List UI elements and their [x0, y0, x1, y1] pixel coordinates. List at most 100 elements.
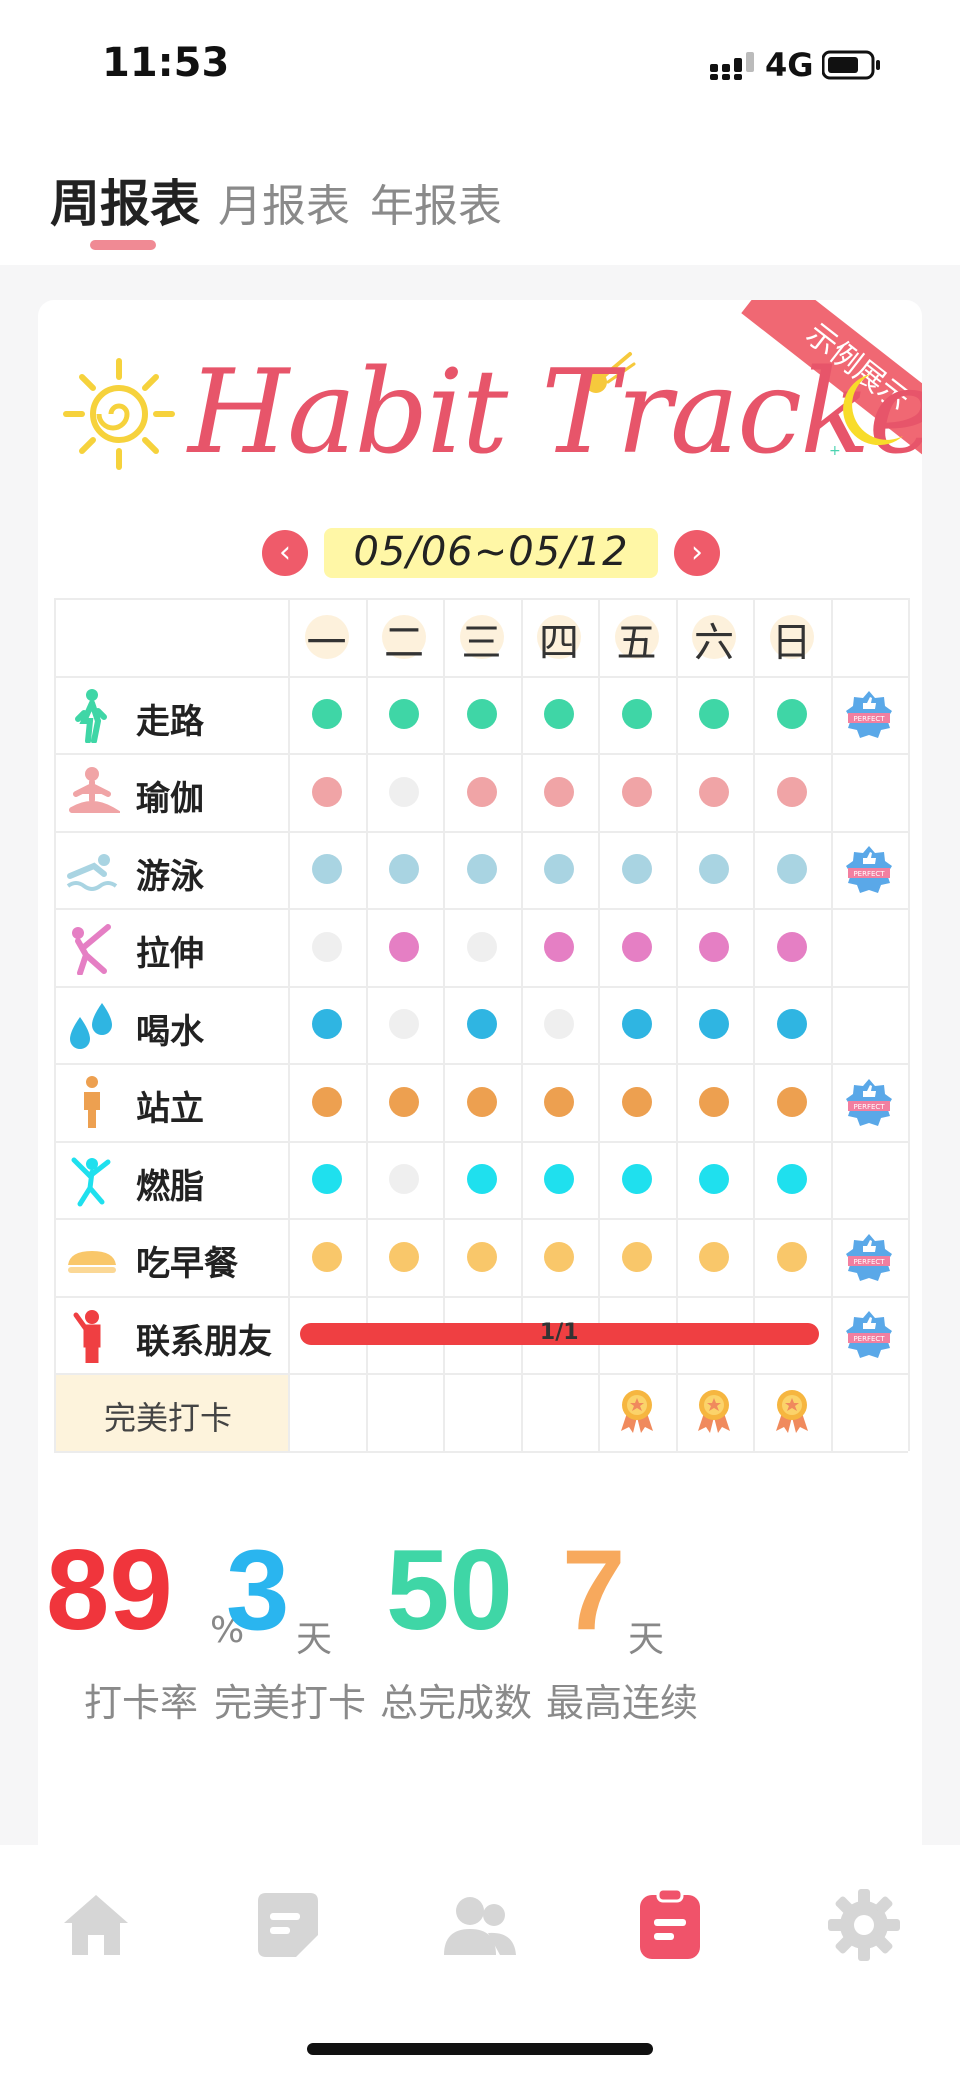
- check-dot-done[interactable]: [699, 854, 730, 885]
- progress-text: 1/1: [539, 1320, 579, 1346]
- grid-row-line: [54, 985, 908, 988]
- water-drop-icon: [64, 997, 120, 1053]
- tab-weekly[interactable]: 周报表: [50, 164, 200, 236]
- check-dot-empty[interactable]: [466, 931, 497, 962]
- check-dot-done[interactable]: [311, 1164, 342, 1195]
- day-header-3: 三: [461, 620, 502, 666]
- check-dot-done[interactable]: [389, 699, 420, 730]
- grid-row-line: [54, 1295, 908, 1298]
- day-header-6: 六: [694, 620, 734, 666]
- check-dot-done[interactable]: [389, 1241, 420, 1272]
- stat-label: 最高连续: [546, 1681, 699, 1725]
- walk-icon: [64, 687, 120, 744]
- home-icon[interactable]: [56, 1885, 136, 1965]
- prev-week-button[interactable]: ‹: [262, 530, 308, 576]
- check-dot-done[interactable]: [466, 1164, 497, 1195]
- habit-label: 站立: [136, 1089, 204, 1129]
- check-dot-done[interactable]: [776, 1009, 807, 1040]
- check-dot-done[interactable]: [389, 931, 420, 962]
- gear-icon[interactable]: [824, 1885, 904, 1965]
- check-dot-done[interactable]: [311, 699, 342, 730]
- check-dot-done[interactable]: [776, 776, 807, 807]
- stretch-icon: [64, 919, 120, 976]
- svg-text:PERFECT: PERFECT: [854, 1258, 886, 1266]
- check-dot-done[interactable]: [466, 776, 497, 807]
- check-dot-done[interactable]: [544, 699, 575, 730]
- grid-col-line: [830, 598, 833, 1451]
- grid-col-line: [288, 598, 290, 1451]
- check-dot-done[interactable]: [544, 1241, 575, 1272]
- check-dot-done[interactable]: [776, 1164, 807, 1195]
- check-dot-done[interactable]: [699, 931, 730, 962]
- check-dot-empty[interactable]: [311, 931, 342, 962]
- grid-row-line: [54, 598, 908, 600]
- check-dot-done[interactable]: [621, 1009, 652, 1040]
- check-dot-done[interactable]: [699, 1086, 730, 1117]
- grid-row-line: [54, 1450, 908, 1453]
- check-dot-empty[interactable]: [389, 1164, 420, 1195]
- check-dot-done[interactable]: [621, 1164, 652, 1195]
- tab-monthly[interactable]: 月报表: [218, 170, 350, 234]
- svg-text:PERFECT: PERFECT: [854, 715, 886, 723]
- next-week-button[interactable]: ›: [674, 530, 720, 576]
- grid-row-line: [54, 753, 908, 755]
- check-dot-done[interactable]: [699, 1241, 730, 1272]
- status-bar: 11:53 4G: [0, 0, 960, 130]
- grid-col-line: [54, 598, 56, 1451]
- check-dot-done[interactable]: [621, 931, 652, 962]
- check-dot-done[interactable]: [776, 1241, 807, 1272]
- perfect-badge-icon: PERFECT: [844, 1309, 894, 1359]
- group-icon[interactable]: [438, 1885, 518, 1965]
- check-dot-done[interactable]: [466, 854, 497, 885]
- check-dot-done[interactable]: [699, 1009, 730, 1040]
- medal-icon: [617, 1387, 657, 1435]
- day-header-2: 二: [384, 620, 424, 666]
- check-dot-done[interactable]: [311, 1086, 342, 1117]
- check-dot-empty[interactable]: [389, 776, 420, 807]
- check-dot-done[interactable]: [389, 1086, 420, 1117]
- check-dot-done[interactable]: [776, 1086, 807, 1117]
- check-dot-done[interactable]: [466, 1086, 497, 1117]
- check-dot-done[interactable]: [311, 1241, 342, 1272]
- perfect-badge-icon: PERFECT: [844, 689, 894, 739]
- check-dot-done[interactable]: [621, 854, 652, 885]
- check-dot-done[interactable]: [699, 699, 730, 730]
- check-dot-done[interactable]: [699, 1164, 730, 1195]
- tab-yearly[interactable]: 年报表: [370, 170, 502, 234]
- medal-icon: [694, 1387, 734, 1435]
- check-dot-done[interactable]: [621, 776, 652, 807]
- report-icon[interactable]: [630, 1885, 710, 1965]
- check-dot-done[interactable]: [699, 776, 730, 807]
- grid-row-line: [54, 675, 908, 678]
- check-dot-done[interactable]: [544, 931, 575, 962]
- check-dot-done[interactable]: [621, 1086, 652, 1117]
- bread-icon: [64, 1229, 120, 1285]
- perfect-badge-icon: PERFECT: [844, 1232, 894, 1282]
- stat-value: 7: [562, 1527, 626, 1654]
- check-dot-empty[interactable]: [389, 1009, 420, 1040]
- check-dot-done[interactable]: [544, 1086, 575, 1117]
- note-icon[interactable]: [248, 1885, 328, 1965]
- check-dot-done[interactable]: [544, 854, 575, 885]
- check-dot-done[interactable]: [466, 1241, 497, 1272]
- check-dot-done[interactable]: [544, 776, 575, 807]
- check-dot-done[interactable]: [776, 931, 807, 962]
- check-dot-done[interactable]: [389, 854, 420, 885]
- check-dot-done[interactable]: [311, 776, 342, 807]
- battery-icon: [822, 50, 880, 80]
- grid-row-line: [54, 1063, 908, 1065]
- check-dot-done[interactable]: [311, 1009, 342, 1040]
- check-dot-done[interactable]: [621, 699, 652, 730]
- check-dot-done[interactable]: [311, 854, 342, 885]
- check-dot-empty[interactable]: [544, 1009, 575, 1040]
- check-dot-done[interactable]: [544, 1164, 575, 1195]
- check-dot-done[interactable]: [776, 854, 807, 885]
- tracker-title: Habit Tracker: [188, 345, 922, 480]
- grid-row-line: [54, 1373, 908, 1375]
- check-dot-done[interactable]: [466, 1009, 497, 1040]
- check-dot-done[interactable]: [621, 1241, 652, 1272]
- check-dot-done[interactable]: [466, 699, 497, 730]
- tracker-card: 示例展示 Habit Tracker + ‹ 05/06~05/12 › 一二三…: [38, 300, 922, 1860]
- day-header-1: 一: [306, 620, 347, 666]
- check-dot-done[interactable]: [776, 699, 807, 730]
